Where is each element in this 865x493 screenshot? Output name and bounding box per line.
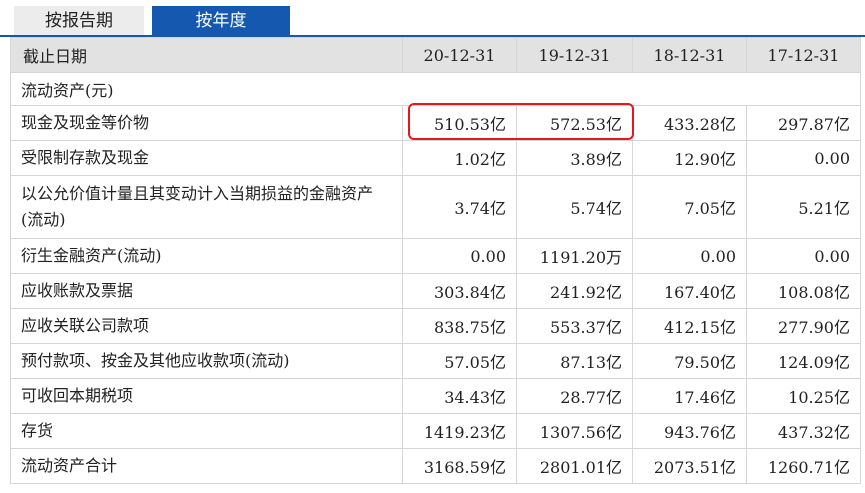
table-cell: 34.43亿 xyxy=(402,378,517,414)
table-cell: 433.28亿 xyxy=(632,105,747,141)
table-header-row: 截止日期 20-12-31 19-12-31 18-12-31 17-12-31 xyxy=(10,37,861,73)
table-cell: 3.89亿 xyxy=(516,140,633,176)
table-row: 受限制存款及现金 1.02亿 3.89亿 12.90亿 0.00 xyxy=(10,140,861,176)
table-cell: 108.08亿 xyxy=(746,273,861,309)
table-row: 衍生金融资产(流动) 0.00 1191.20万 0.00 0.00 xyxy=(10,238,861,274)
table-cell: 3168.59亿 xyxy=(402,448,517,484)
table-cell: 838.75亿 xyxy=(402,308,517,344)
table-cell: 10.25亿 xyxy=(746,378,861,414)
table-cell: 0.00 xyxy=(402,238,517,274)
row-label: 衍生金融资产(流动) xyxy=(10,238,403,274)
column-header: 17-12-31 xyxy=(746,37,861,73)
section-title: 流动资产(元) xyxy=(10,72,861,106)
table-cell: 241.92亿 xyxy=(516,273,633,309)
row-label: 存货 xyxy=(10,413,403,449)
table-cell: 5.21亿 xyxy=(746,175,861,239)
row-label: 现金及现金等价物 xyxy=(10,105,403,141)
row-label: 预付款项、按金及其他应收款项(流动) xyxy=(10,343,403,379)
table-row: 存货 1419.23亿 1307.56亿 943.76亿 437.32亿 xyxy=(10,413,861,449)
table-cell: 87.13亿 xyxy=(516,343,633,379)
row-label: 应收账款及票据 xyxy=(10,273,403,309)
table-row: 流动资产合计 3168.59亿 2801.01亿 2073.51亿 1260.71亿 xyxy=(10,448,861,484)
table-cell: 2801.01亿 xyxy=(516,448,633,484)
table-cell: 437.32亿 xyxy=(746,413,861,449)
table-cell: 412.15亿 xyxy=(632,308,747,344)
table-cell: 79.50亿 xyxy=(632,343,747,379)
column-header: 20-12-31 xyxy=(402,37,517,73)
table-cell: 12.90亿 xyxy=(632,140,747,176)
table-cell: 167.40亿 xyxy=(632,273,747,309)
tab-by-period[interactable]: 按报告期 xyxy=(14,6,144,36)
table-cell: 1260.71亿 xyxy=(746,448,861,484)
table-cell: 2073.51亿 xyxy=(632,448,747,484)
table-cell: 943.76亿 xyxy=(632,413,747,449)
row-label: 以公允价值计量且其变动计入当期损益的金融资产(流动) xyxy=(10,175,403,239)
table-cell: 297.87亿 xyxy=(746,105,861,141)
balance-sheet-table: 截止日期 20-12-31 19-12-31 18-12-31 17-12-31… xyxy=(10,37,861,484)
tab-by-year[interactable]: 按年度 xyxy=(152,6,290,36)
column-header: 19-12-31 xyxy=(516,37,633,73)
column-header: 18-12-31 xyxy=(632,37,747,73)
table-cell: 7.05亿 xyxy=(632,175,747,239)
table-cell: 28.77亿 xyxy=(516,378,633,414)
table-cell: 5.74亿 xyxy=(516,175,633,239)
row-label: 应收关联公司款项 xyxy=(10,308,403,344)
table-cell: 1191.20万 xyxy=(516,238,633,274)
table-row: 以公允价值计量且其变动计入当期损益的金融资产(流动) 3.74亿 5.74亿 7.05… xyxy=(10,175,861,239)
table-cell: 17.46亿 xyxy=(632,378,747,414)
row-label: 流动资产合计 xyxy=(10,448,403,484)
table-cell: 57.05亿 xyxy=(402,343,517,379)
table-row: 可收回本期税项 34.43亿 28.77亿 17.46亿 10.25亿 xyxy=(10,378,861,414)
table-row: 预付款项、按金及其他应收款项(流动) 57.05亿 87.13亿 79.50亿 124.… xyxy=(10,343,861,379)
table-cell: 0.00 xyxy=(632,238,747,274)
table-cell: 1419.23亿 xyxy=(402,413,517,449)
table-cell: 303.84亿 xyxy=(402,273,517,309)
table-cell: 0.00 xyxy=(746,238,861,274)
table-cell: 510.53亿 xyxy=(402,105,517,141)
table-cell: 553.37亿 xyxy=(516,308,633,344)
header-date-label: 截止日期 xyxy=(10,37,403,73)
table-cell: 0.00 xyxy=(746,140,861,176)
table-cell: 124.09亿 xyxy=(746,343,861,379)
table-cell: 1307.56亿 xyxy=(516,413,633,449)
row-label: 可收回本期税项 xyxy=(10,378,403,414)
section-row: 流动资产(元) xyxy=(10,72,861,106)
row-label: 受限制存款及现金 xyxy=(10,140,403,176)
table-row: 应收账款及票据 303.84亿 241.92亿 167.40亿 108.08亿 xyxy=(10,273,861,309)
table-row: 现金及现金等价物 510.53亿 572.53亿 433.28亿 297.87亿 xyxy=(10,105,861,141)
table-cell: 1.02亿 xyxy=(402,140,517,176)
table-row: 应收关联公司款项 838.75亿 553.37亿 412.15亿 277.90亿 xyxy=(10,308,861,344)
table-cell: 3.74亿 xyxy=(402,175,517,239)
table-cell: 572.53亿 xyxy=(516,105,633,141)
table-cell: 277.90亿 xyxy=(746,308,861,344)
